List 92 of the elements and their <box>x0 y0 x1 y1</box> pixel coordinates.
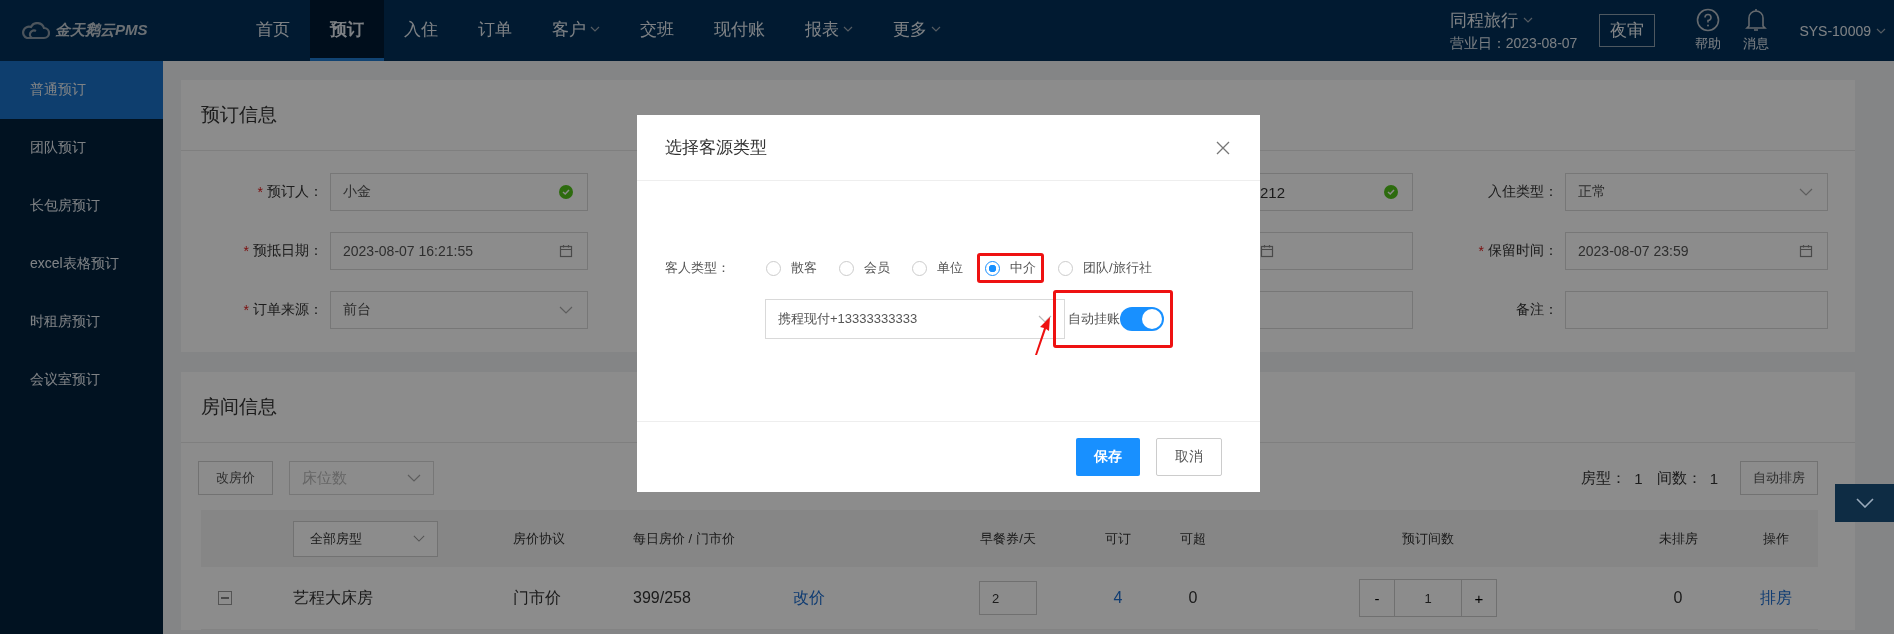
available-count[interactable]: 4 <box>1113 589 1123 606</box>
table-cell: 0 <box>1673 589 1683 606</box>
radio-label[interactable]: 团队/旅行社 <box>1083 259 1152 277</box>
breakfast-input[interactable]: 2 <box>979 581 1037 615</box>
nav-tab[interactable]: 首页 <box>236 0 310 61</box>
chevron-down-icon <box>1522 17 1533 23</box>
table-cell: 399/258 <box>633 589 691 606</box>
user-menu[interactable]: SYS-10009 <box>1799 22 1886 39</box>
nav-tab[interactable]: 交班 <box>620 0 694 61</box>
close-icon[interactable] <box>1216 140 1230 155</box>
field-label: 预订人： <box>267 183 323 201</box>
field-label: 订单来源： <box>253 301 323 319</box>
tool-label[interactable]: 消息 <box>1743 35 1770 53</box>
chevron-down-icon <box>407 474 421 482</box>
chevron-down-icon <box>1855 498 1874 508</box>
sidebar-item[interactable]: 时租房预订 <box>0 293 163 351</box>
guest-type-label: 客人类型： <box>665 259 731 277</box>
column-header: 未排房 <box>1658 530 1698 546</box>
column-header: 操作 <box>1762 530 1789 546</box>
check-icon <box>559 185 573 199</box>
select-field[interactable]: 正常 <box>1565 173 1828 211</box>
summary-label: 房型： <box>1581 468 1627 488</box>
required-mark: * <box>1478 243 1484 259</box>
calendar-icon <box>1799 244 1813 258</box>
date-field[interactable]: 2023-08-07 16:21:55 <box>330 232 588 270</box>
input-field[interactable]: 小金 <box>330 173 588 211</box>
room-type-select[interactable]: 全部房型 <box>293 520 438 557</box>
column-header: 房价协议 <box>513 530 565 546</box>
check-icon <box>1384 185 1398 199</box>
nav-tab[interactable]: 订单 <box>458 0 532 61</box>
bell-icon[interactable] <box>1745 8 1768 32</box>
chevron-down-icon <box>1799 188 1813 196</box>
sidebar-item[interactable]: 普通预订 <box>0 61 163 119</box>
calendar-icon <box>1260 244 1274 258</box>
assign-room-link[interactable]: 排房 <box>1759 588 1792 606</box>
select-field[interactable]: 前台 <box>330 291 588 329</box>
collapse-icon[interactable] <box>218 591 232 605</box>
chevron-down-icon <box>413 535 425 542</box>
column-header: 每日房价 / 门市价 <box>633 530 735 546</box>
required-mark: * <box>243 243 249 259</box>
auto-charge-label: 自动挂账 <box>1068 310 1120 328</box>
radio-label[interactable]: 单位 <box>937 259 963 277</box>
auto-assign-button[interactable]: 自动排房 <box>1740 461 1818 495</box>
change-price-link[interactable]: 改价 <box>793 588 825 606</box>
hotel-selector[interactable]: 同程旅行 <box>1449 8 1578 32</box>
sidebar-item[interactable]: 会议室预订 <box>0 351 163 409</box>
radio-label[interactable]: 中介 <box>1010 259 1036 277</box>
sidebar-item[interactable]: 团队预订 <box>0 119 163 177</box>
change-price-button[interactable]: 改房价 <box>198 461 273 495</box>
field-label: 备注： <box>1516 301 1558 319</box>
sidebar-item[interactable]: 长包房预订 <box>0 177 163 235</box>
sidebar-item[interactable]: excel表格预订 <box>0 235 163 293</box>
table-cell: 门市价 <box>513 588 561 606</box>
column-header: 预订间数 <box>1402 529 1454 548</box>
date-field[interactable]: 2023-08-07 23:59 <box>1565 232 1828 270</box>
cancel-button[interactable]: 取消 <box>1156 438 1222 476</box>
table-cell: 0 <box>1188 589 1198 606</box>
column-header: 可订 <box>1105 530 1131 546</box>
required-mark: * <box>243 302 249 318</box>
radio-label[interactable]: 散客 <box>791 259 817 277</box>
calendar-icon <box>559 244 573 258</box>
summary-value: 1 <box>1634 469 1643 487</box>
nav-tab[interactable]: 入住 <box>384 0 458 61</box>
required-mark: * <box>257 184 263 200</box>
nav-tab[interactable]: 更多 <box>873 0 961 61</box>
radio-label[interactable]: 会员 <box>864 259 890 277</box>
night-audit-button[interactable]: 夜审 <box>1599 14 1656 47</box>
nav-tab[interactable]: 报表 <box>785 0 873 61</box>
collapse-button[interactable] <box>1835 484 1894 522</box>
field-label: 保留时间： <box>1488 242 1558 260</box>
table-cell: 艺程大床房 <box>293 588 373 606</box>
annotation-arrow <box>1033 316 1053 356</box>
help-icon[interactable] <box>1696 8 1721 32</box>
app-logo: 金天鹅云PMS <box>55 21 148 40</box>
summary-label: 间数： <box>1656 468 1702 488</box>
nav-tab[interactable]: 预订 <box>310 0 384 61</box>
tool-label[interactable]: 帮助 <box>1695 35 1722 53</box>
column-header: 可超 <box>1180 530 1206 546</box>
source-select[interactable]: 携程现付+13333333333 <box>765 299 1065 339</box>
summary-value: 1 <box>1709 469 1718 487</box>
field-label: 入住类型： <box>1488 183 1558 201</box>
nav-tab[interactable]: 现付账 <box>694 0 785 61</box>
business-day: 营业日：2023-08-07 <box>1449 34 1578 53</box>
radio-button[interactable] <box>985 260 1000 276</box>
chevron-down-icon <box>1876 27 1886 34</box>
field-label: 预抵日期： <box>253 242 323 260</box>
chevron-down-icon <box>559 306 573 314</box>
toggle-switch[interactable] <box>1120 307 1164 331</box>
nav-tab[interactable]: 客户 <box>532 0 620 61</box>
column-header: 早餐券/天 <box>980 529 1036 548</box>
cloud-logo-icon <box>20 21 50 40</box>
save-button[interactable]: 保存 <box>1076 438 1140 476</box>
